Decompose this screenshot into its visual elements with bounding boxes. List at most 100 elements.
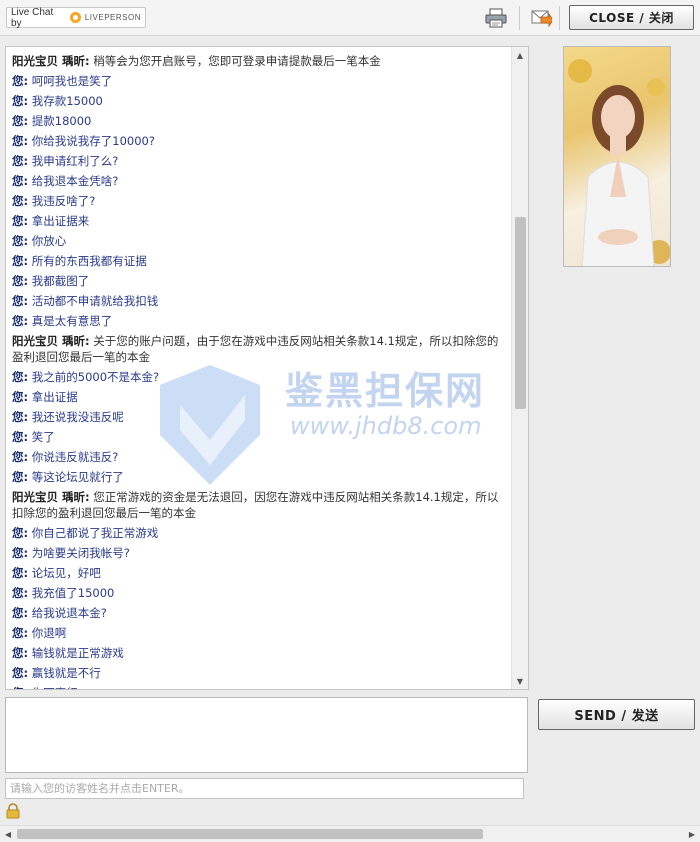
visitor-message: 您: 赢钱就是不行 (12, 663, 509, 683)
message-text: 输钱就是正常游戏 (28, 646, 124, 660)
visitor-message: 您: 我充值了15000 (12, 583, 509, 603)
chat-transcript[interactable]: 阳光宝贝 瑀昕: 稍等会为您开启账号，您即可登录申请提款最后一笔本金您: 呵呵我… (5, 46, 529, 690)
visitor-message: 您: 为啥要关闭我帐号? (12, 543, 509, 563)
visitor-message: 您: 所有的东西我都有证据 (12, 251, 509, 271)
visitor-name-input[interactable] (5, 778, 524, 799)
send-button[interactable]: SEND / 发送 (538, 699, 695, 730)
message-sender: 您: (12, 254, 29, 268)
toolbar-divider (559, 6, 560, 30)
visitor-message: 您: 你放心 (12, 231, 509, 251)
message-sender: 阳光宝贝 瑀昕: (12, 54, 90, 68)
message-text: 我之前的5000不是本金? (28, 370, 160, 384)
message-sender: 您: (12, 430, 29, 444)
message-text: 活动都不申请就给我扣钱 (28, 294, 159, 308)
message-text: 你自己都说了我正常游戏 (28, 526, 159, 540)
message-sender: 您: (12, 134, 29, 148)
lock-icon (6, 803, 20, 819)
message-text: 笑了 (28, 430, 55, 444)
agent-message: 阳光宝贝 瑀昕: 稍等会为您开启账号，您即可登录申请提款最后一笔本金 (12, 51, 509, 71)
message-text: 为啥要关闭我帐号? (28, 546, 130, 560)
message-text: 等这论坛见就行了 (28, 470, 124, 484)
printer-icon[interactable] (484, 6, 508, 30)
visitor-message: 您: 给我退本金凭啥? (12, 171, 509, 191)
message-sender: 您: (12, 174, 29, 188)
message-text: 我还说我没违反呢 (28, 410, 124, 424)
message-sender: 您: (12, 410, 29, 424)
message-text: 所有的东西我都有证据 (28, 254, 147, 268)
message-text: 我存款15000 (28, 94, 103, 108)
message-sender: 您: (12, 546, 29, 560)
message-text: 论坛见，好吧 (28, 566, 101, 580)
horizontal-scrollbar[interactable]: ◀ ▶ (0, 825, 700, 842)
message-sender: 您: (12, 234, 29, 248)
message-text: 拿出证据 (28, 390, 78, 404)
visitor-message: 您: 我都截图了 (12, 271, 509, 291)
visitor-message: 您: 你说违反就违反? (12, 447, 509, 467)
message-sender: 阳光宝贝 瑀昕: (12, 334, 90, 348)
visitor-message: 您: 你给我说我存了10000? (12, 131, 509, 151)
message-sender: 您: (12, 646, 29, 660)
message-sender: 您: (12, 74, 29, 88)
horizontal-scrollbar-thumb[interactable] (17, 829, 483, 839)
visitor-message: 您: 输钱就是正常游戏 (12, 643, 509, 663)
visitor-message: 您: 活动都不申请就给我扣钱 (12, 291, 509, 311)
email-transcript-icon[interactable] (529, 6, 553, 30)
visitor-message: 您: 我申请红利了么? (12, 151, 509, 171)
message-sender: 阳光宝贝 瑀昕: (12, 490, 90, 504)
scroll-up-arrow-icon[interactable]: ▲ (512, 47, 528, 63)
visitor-message: 您: 论坛见，好吧 (12, 563, 509, 583)
message-input[interactable] (5, 697, 528, 773)
toolbar-divider (519, 6, 520, 30)
visitor-message: 您: 拿出证据来 (12, 211, 509, 231)
scroll-left-arrow-icon[interactable]: ◀ (0, 826, 16, 842)
visitor-message: 您: 真是太有意思了 (12, 311, 509, 331)
visitor-message: 您: 你可真行 (12, 683, 509, 689)
message-sender: 您: (12, 114, 29, 128)
message-text: 你可真行 (28, 686, 78, 689)
provider-name: LIVEPERSON (84, 13, 141, 22)
message-text: 你放心 (28, 234, 67, 248)
message-sender: 您: (12, 666, 29, 680)
visitor-message: 您: 给我说退本金? (12, 603, 509, 623)
message-text: 呵呵我也是笑了 (28, 74, 113, 88)
message-sender: 您: (12, 470, 29, 484)
scroll-right-arrow-icon[interactable]: ▶ (684, 826, 700, 842)
visitor-message: 您: 我还说我没违反呢 (12, 407, 509, 427)
message-sender: 您: (12, 526, 29, 540)
message-sender: 您: (12, 390, 29, 404)
message-text: 你说违反就违反? (28, 450, 119, 464)
message-sender: 您: (12, 154, 29, 168)
visitor-message: 您: 我存款15000 (12, 91, 509, 111)
agent-message: 阳光宝贝 瑀昕: 您正常游戏的资金是无法退回，因您在游戏中违反网站相关条款14.… (12, 487, 509, 523)
message-sender: 您: (12, 370, 29, 384)
visitor-message: 您: 我之前的5000不是本金? (12, 367, 509, 387)
message-sender: 您: (12, 94, 29, 108)
message-sender: 您: (12, 606, 29, 620)
visitor-message: 您: 等这论坛见就行了 (12, 467, 509, 487)
transcript-scrollbar[interactable]: ▲ ▼ (511, 47, 528, 689)
visitor-message: 您: 你自己都说了我正常游戏 (12, 523, 509, 543)
message-text: 我都截图了 (28, 274, 90, 288)
visitor-message: 您: 你退啊 (12, 623, 509, 643)
message-sender: 您: (12, 294, 29, 308)
close-button[interactable]: CLOSE / 关闭 (569, 5, 694, 30)
header-bar: Live Chat by LIVEPERSON CLOSE / 关闭 (0, 0, 700, 36)
message-sender: 您: (12, 586, 29, 600)
message-sender: 您: (12, 314, 29, 328)
message-sender: 您: (12, 214, 29, 228)
liveperson-badge[interactable]: Live Chat by LIVEPERSON (6, 7, 146, 29)
message-text: 我违反啥了? (28, 194, 96, 208)
message-text: 给我退本金凭啥? (28, 174, 119, 188)
visitor-message: 您: 拿出证据 (12, 387, 509, 407)
message-text: 给我说退本金? (28, 606, 107, 620)
message-text: 我申请红利了么? (28, 154, 119, 168)
message-sender: 您: (12, 274, 29, 288)
message-text: 赢钱就是不行 (28, 666, 101, 680)
agent-photo (563, 46, 671, 267)
scrollbar-thumb[interactable] (515, 217, 526, 409)
message-text: 提款18000 (28, 114, 92, 128)
message-text: 拿出证据来 (28, 214, 90, 228)
message-sender: 您: (12, 686, 28, 689)
visitor-message: 您: 提款18000 (12, 111, 509, 131)
scroll-down-arrow-icon[interactable]: ▼ (512, 673, 528, 689)
